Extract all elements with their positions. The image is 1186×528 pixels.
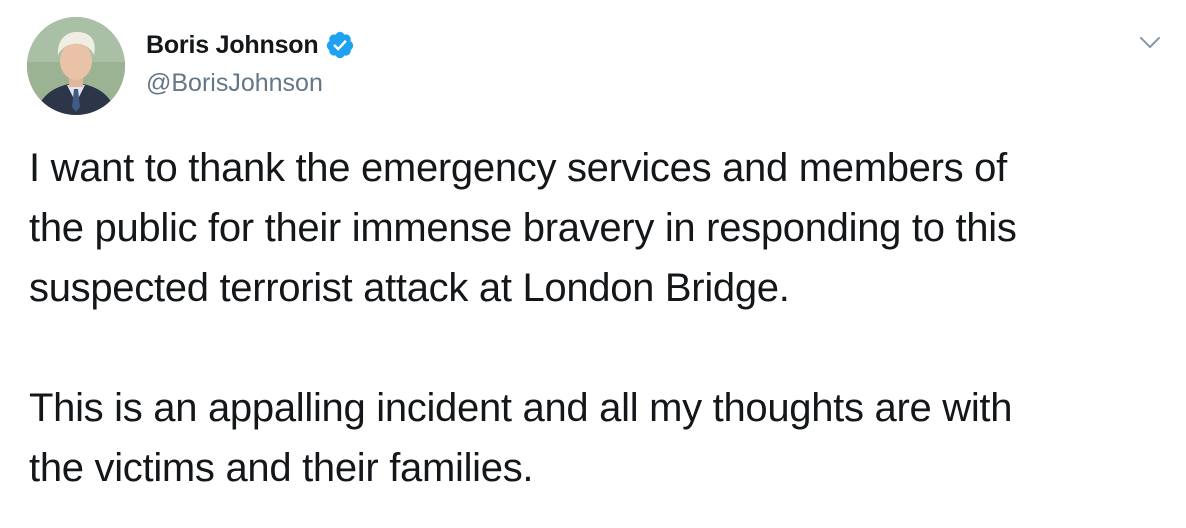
tweet-paragraph: This is an appalling incident and all my… <box>29 386 1013 490</box>
verified-badge-icon <box>327 31 354 59</box>
author-name-row[interactable]: Boris Johnson <box>146 30 355 60</box>
author-handle[interactable]: @BorisJohnson <box>146 68 323 98</box>
tweet-paragraph: I want to thank the emergency services a… <box>29 146 1017 310</box>
avatar-photo <box>27 17 125 115</box>
chevron-down-icon[interactable] <box>1138 30 1162 54</box>
tweet-card: Boris Johnson @BorisJohnson I want to th… <box>0 0 1186 528</box>
tweet-text: I want to thank the emergency services a… <box>29 138 1169 498</box>
avatar[interactable] <box>27 17 125 115</box>
author-display-name[interactable]: Boris Johnson <box>146 30 319 60</box>
